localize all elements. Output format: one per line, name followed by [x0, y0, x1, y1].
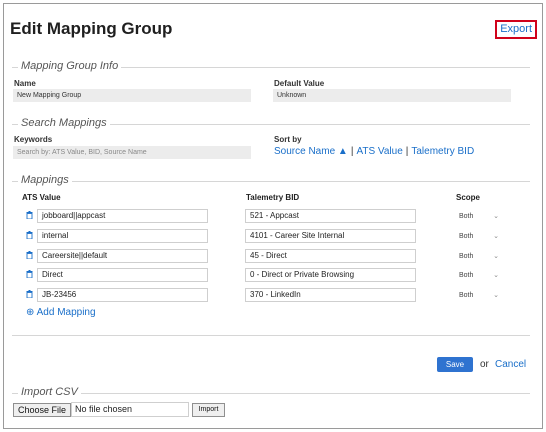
ats-value-input[interactable]: Direct — [37, 268, 208, 282]
page-title: Edit Mapping Group — [10, 19, 173, 38]
ats-value-input[interactable]: JB-23456 — [37, 288, 208, 302]
chevron-down-icon: ⌄ — [493, 233, 499, 240]
cancel-link[interactable]: Cancel — [495, 359, 526, 370]
ats-value-input[interactable]: jobboard||appcast — [37, 209, 208, 223]
trash-icon[interactable] — [26, 251, 33, 259]
scope-value: Both — [459, 292, 474, 299]
save-button[interactable]: Save — [437, 357, 473, 372]
plus-circle-icon: ⊕ — [26, 307, 35, 318]
scope-value: Both — [459, 253, 474, 260]
sort-links: Source Name ▲ | ATS Value | Talemetry BID — [274, 146, 474, 157]
chevron-down-icon: ⌄ — [493, 213, 499, 220]
ats-value-input[interactable]: Careersite||default — [37, 249, 208, 263]
column-header-ats: ATS Value — [22, 193, 61, 202]
name-label: Name — [14, 79, 36, 88]
scope-select[interactable]: Both ⌄ — [459, 290, 501, 302]
scope-select[interactable]: Both ⌄ — [459, 231, 501, 243]
keywords-label: Keywords — [14, 135, 53, 144]
default-value-label: Default Value — [274, 79, 325, 88]
name-field[interactable]: New Mapping Group — [13, 89, 251, 102]
talemetry-bid-input[interactable]: 521 - Appcast — [245, 209, 416, 223]
chevron-down-icon: ⌄ — [493, 253, 499, 260]
file-name-display: No file chosen — [71, 402, 189, 417]
trash-icon[interactable] — [26, 231, 33, 239]
sort-talemetry-bid-link[interactable]: Talemetry BID — [411, 146, 474, 157]
column-header-bid: Talemetry BID — [246, 193, 300, 202]
add-mapping-link[interactable]: ⊕ Add Mapping — [26, 307, 96, 318]
scope-value: Both — [459, 233, 474, 240]
default-value-field[interactable]: Unknown — [273, 89, 511, 102]
talemetry-bid-input[interactable]: 45 - Direct — [245, 249, 416, 263]
column-header-scope: Scope — [456, 193, 481, 202]
sort-separator: | — [405, 146, 409, 157]
ats-value-input[interactable]: internal — [37, 229, 208, 243]
sort-source-name-link[interactable]: Source Name ▲ — [274, 146, 348, 157]
scope-select[interactable]: Both ⌄ — [459, 211, 501, 223]
keywords-search-input[interactable]: Search by: ATS Value, BID, Source Name — [13, 146, 251, 159]
sort-ats-value-link[interactable]: ATS Value — [356, 146, 402, 157]
group-info-legend: Mapping Group Info — [18, 60, 122, 72]
talemetry-bid-input[interactable]: 370 - LinkedIn — [245, 288, 416, 302]
trash-icon[interactable] — [26, 270, 33, 278]
search-legend: Search Mappings — [18, 117, 110, 129]
or-text: or — [480, 359, 489, 370]
sortby-label: Sort by — [274, 135, 302, 144]
trash-icon[interactable] — [26, 290, 33, 298]
import-button[interactable]: Import — [192, 403, 225, 417]
import-legend: Import CSV — [18, 386, 81, 398]
actions-divider — [12, 335, 530, 336]
export-link[interactable]: Export — [495, 20, 537, 39]
chevron-down-icon: ⌄ — [493, 272, 499, 279]
talemetry-bid-input[interactable]: 4101 - Career Site Internal — [245, 229, 416, 243]
chevron-down-icon: ⌄ — [493, 292, 499, 299]
mappings-divider — [12, 181, 530, 182]
talemetry-bid-input[interactable]: 0 - Direct or Private Browsing — [245, 268, 416, 282]
choose-file-button[interactable]: Choose File — [13, 403, 71, 417]
sort-separator: | — [350, 146, 354, 157]
scope-value: Both — [459, 272, 474, 279]
mappings-legend: Mappings — [18, 174, 72, 186]
import-divider — [12, 393, 530, 394]
add-mapping-label: Add Mapping — [36, 307, 96, 318]
scope-select[interactable]: Both ⌄ — [459, 270, 501, 282]
scope-value: Both — [459, 213, 474, 220]
trash-icon[interactable] — [26, 211, 33, 219]
scope-select[interactable]: Both ⌄ — [459, 251, 501, 263]
